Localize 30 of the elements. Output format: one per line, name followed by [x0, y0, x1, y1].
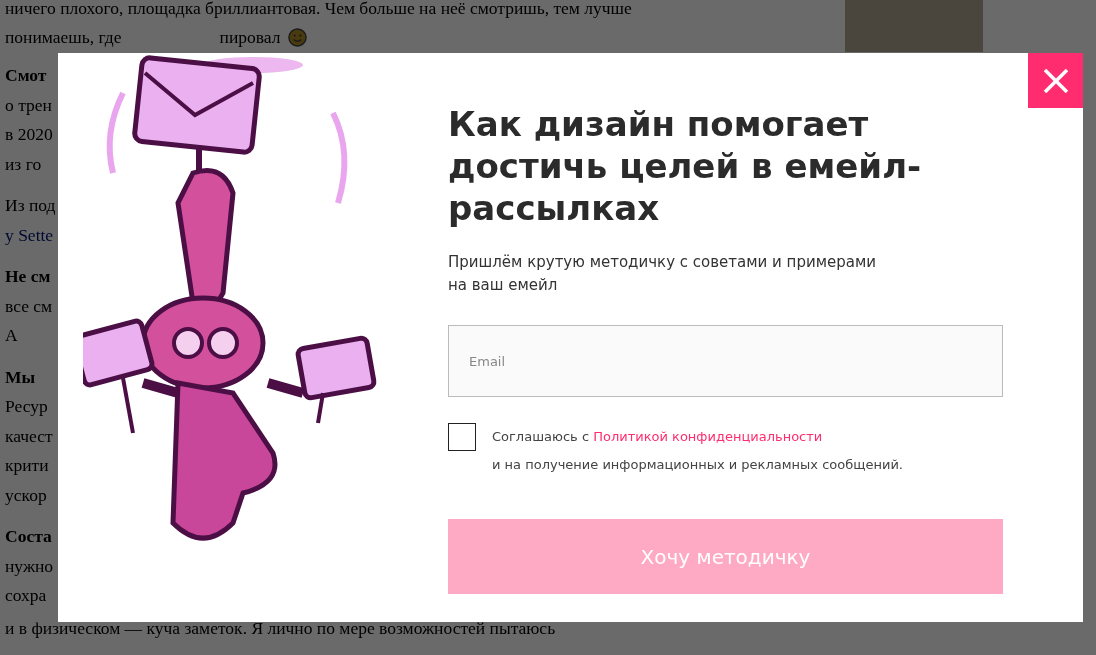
article-text: Из под	[5, 194, 57, 217]
article-text: из го	[5, 152, 43, 176]
article-text: Соста	[5, 525, 53, 548]
article-text: все см	[5, 294, 54, 318]
article-text: и в физическом — куча заметок. Я лично по мере возможностей пытаюсь	[4, 617, 557, 640]
article-link[interactable]: у Sette	[5, 220, 58, 250]
article-text: о трен	[5, 93, 53, 117]
article-text: ничего плохого, площадка бриллиантовая. Чем больше на неё смотришь, тем лучше	[5, 0, 633, 20]
article-text: в 2020	[5, 123, 54, 146]
email-field[interactable]: Email	[448, 325, 1003, 397]
article-text: Смот	[5, 64, 48, 87]
article-text: понимаешь, где	[5, 26, 122, 49]
article-text: сохра	[5, 584, 48, 607]
article-text: Не см	[5, 265, 52, 288]
article-text: ускор	[5, 483, 48, 507]
consent-text: Соглашаюсь с Политикой конфиденциальности и на получение информационных и рекламных сообщений.	[492, 428, 903, 474]
article-text: Мы	[5, 365, 37, 389]
popup-title: Как дизайн помогает достичь целей в емейл-рассылках	[448, 103, 923, 229]
article-text: качест	[5, 424, 54, 448]
consent-checkbox[interactable]	[448, 423, 476, 451]
article-text: нужно	[5, 554, 55, 578]
article-text: А	[5, 324, 19, 347]
close-icon	[1042, 67, 1069, 94]
privacy-policy-link[interactable]: Политикой конфиденциальности	[593, 429, 823, 444]
smiley-icon	[288, 28, 308, 47]
article-text: пировал	[219, 26, 281, 49]
close-button[interactable]	[1028, 53, 1083, 108]
popup-subtitle: Пришлём крутую методичку с советами и примерами на ваш емейл	[448, 252, 877, 296]
article-text: крити	[5, 454, 50, 477]
article-text: Ресур	[5, 395, 49, 418]
